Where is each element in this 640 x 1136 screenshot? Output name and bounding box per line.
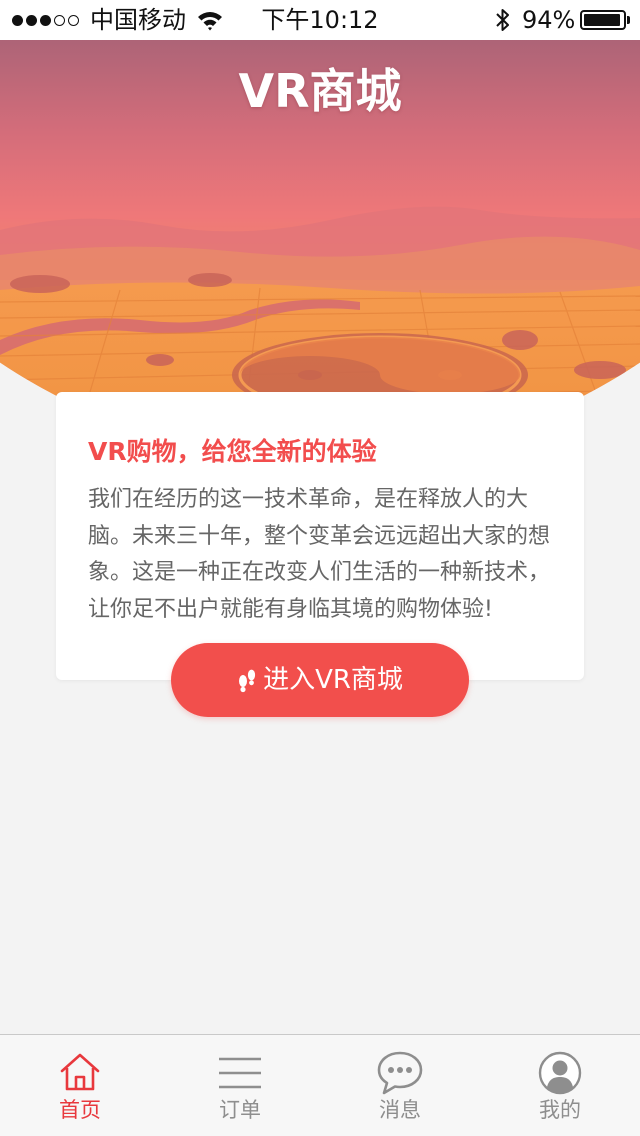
tab-profile[interactable]: 我的: [480, 1035, 640, 1136]
list-icon: [219, 1057, 261, 1089]
card-title: VR购物，给您全新的体验: [88, 437, 377, 466]
chat-icon: [377, 1051, 423, 1095]
enter-vr-mall-button[interactable]: 进入VR商城: [171, 643, 469, 717]
bluetooth-icon: [494, 6, 512, 38]
tab-orders[interactable]: 订单: [160, 1035, 320, 1136]
battery-percentage: 94%: [522, 6, 576, 34]
intro-card: VR购物，给您全新的体验 我们在经历的这一技术革命，是在释放人的大脑。未来三十年…: [56, 392, 584, 680]
tab-profile-label: 我的: [539, 1098, 581, 1122]
page-title: VR商城: [238, 64, 402, 118]
tab-messages[interactable]: 消息: [320, 1035, 480, 1136]
home-icon: [60, 1053, 100, 1091]
bottom-tab-bar: 首页 订单 消息 我的: [0, 1034, 640, 1136]
footprints-icon: [239, 669, 256, 693]
tab-home-label: 首页: [59, 1098, 101, 1122]
card-description: 我们在经历的这一技术革命，是在释放人的大脑。未来三十年，整个变革会远远超出大家的…: [88, 487, 551, 622]
user-icon: [538, 1051, 582, 1095]
battery-level-fill: [584, 14, 620, 26]
battery-icon: [580, 10, 626, 30]
tab-messages-label: 消息: [379, 1098, 421, 1122]
status-bar: 中国移动 下午10:12 94%: [0, 0, 640, 40]
battery-cap: [627, 16, 630, 24]
tab-orders-label: 订单: [219, 1098, 261, 1122]
tab-home[interactable]: 首页: [0, 1035, 160, 1136]
enter-vr-mall-label: 进入VR商城: [263, 665, 403, 695]
